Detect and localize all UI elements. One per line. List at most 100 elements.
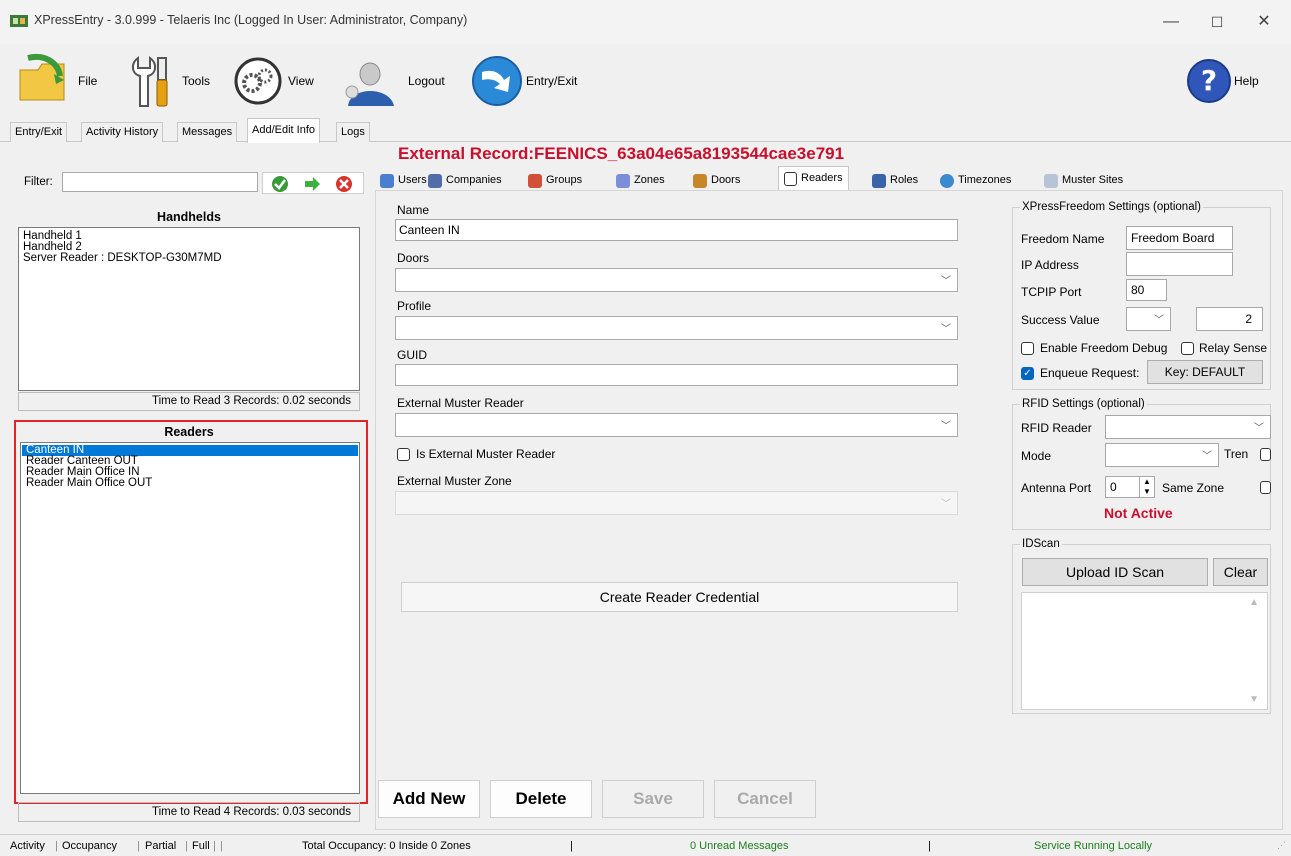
resize-grip-icon[interactable]: ⋰ <box>1277 840 1286 851</box>
help-icon: ? <box>1187 59 1231 103</box>
subtab-groups[interactable]: Groups <box>528 171 582 190</box>
status-activity[interactable]: Activity <box>10 840 45 852</box>
gears-icon <box>234 57 282 105</box>
scroll-up-icon[interactable]: ▲ <box>1249 597 1259 608</box>
maximize-button[interactable]: ☐ <box>1200 8 1234 36</box>
chevron-down-icon: ﹀ <box>1154 315 1164 326</box>
ext-muster-reader-select[interactable]: ﹀ <box>395 413 958 437</box>
tren-label: Tren <box>1224 447 1249 461</box>
freedom-debug-checkbox[interactable] <box>1021 342 1034 355</box>
success-number-input[interactable] <box>1196 307 1263 331</box>
tab-activity-history[interactable]: Activity History <box>81 122 164 142</box>
filter-actions <box>262 172 364 194</box>
tab-messages[interactable]: Messages <box>177 122 238 142</box>
is-ext-muster-reader-checkbox[interactable] <box>397 448 410 461</box>
subtab-readers[interactable]: Readers <box>784 169 843 188</box>
rfid-reader-label: RFID Reader <box>1021 421 1092 435</box>
profile-label: Profile <box>397 299 432 313</box>
key-default-button[interactable]: Key: DEFAULT <box>1147 360 1263 384</box>
view-button[interactable]: View <box>234 44 314 118</box>
total-occupancy: Total Occupancy: 0 Inside 0 Zones <box>302 840 471 852</box>
building-icon <box>428 173 442 188</box>
status-occupancy[interactable]: Occupancy <box>62 840 117 852</box>
users-icon <box>380 173 394 188</box>
delete-button[interactable]: Delete <box>490 780 592 818</box>
tren-checkbox[interactable] <box>1260 448 1271 461</box>
tcpip-port-input[interactable] <box>1126 279 1167 301</box>
tools-label: Tools <box>182 74 211 88</box>
list-item[interactable]: Server Reader : DESKTOP-G30M7MD <box>19 252 359 264</box>
logout-label: Logout <box>408 74 445 88</box>
tools-button[interactable]: Tools <box>128 44 210 118</box>
close-button[interactable]: ✕ <box>1247 8 1281 36</box>
cancel-button[interactable]: Cancel <box>714 780 816 818</box>
idscan-title: IDScan <box>1020 538 1062 550</box>
subtab-roles[interactable]: Roles <box>872 171 918 190</box>
handhelds-list[interactable]: Handheld 1 Handheld 2 Server Reader : DE… <box>18 227 360 391</box>
status-full[interactable]: Full <box>192 840 210 852</box>
ip-address-input[interactable] <box>1126 252 1233 276</box>
tab-add-edit-info[interactable]: Add/Edit Info <box>247 118 320 143</box>
checkmark-icon[interactable] <box>271 175 289 193</box>
unread-messages[interactable]: 0 Unread Messages <box>690 840 788 852</box>
add-new-button[interactable]: Add New <box>378 780 480 818</box>
list-item[interactable]: Reader Main Office OUT <box>22 477 358 489</box>
readers-title: Readers <box>164 425 214 439</box>
doors-select[interactable]: ﹀ <box>395 268 958 292</box>
name-input[interactable] <box>395 219 958 241</box>
help-label: Help <box>1234 74 1259 88</box>
subtab-zones[interactable]: Zones <box>616 171 665 190</box>
entry-exit-button[interactable]: Entry/Exit <box>470 44 577 118</box>
subtab-doors[interactable]: Doors <box>693 171 740 190</box>
antenna-port-stepper[interactable]: 0 ▲ ▼ <box>1105 476 1155 498</box>
enqueue-request-checkbox[interactable]: ✓ <box>1021 367 1034 380</box>
status-partial[interactable]: Partial <box>145 840 176 852</box>
relay-sense-checkbox[interactable] <box>1181 342 1194 355</box>
arrow-right-icon[interactable] <box>303 175 321 193</box>
save-button[interactable]: Save <box>602 780 704 818</box>
create-reader-credential-button[interactable]: Create Reader Credential <box>401 582 958 612</box>
spinner-arrows-icon[interactable]: ▲ ▼ <box>1139 477 1154 497</box>
title-bar: XPressEntry - 3.0.999 - Telaeris Inc (Lo… <box>0 0 1291 44</box>
freedom-debug-label: Enable Freedom Debug <box>1040 341 1168 355</box>
reader-icon <box>784 171 797 186</box>
antenna-port-label: Antenna Port <box>1021 481 1092 495</box>
guid-input[interactable] <box>395 364 958 386</box>
minimize-button[interactable]: — <box>1154 8 1188 36</box>
door-icon <box>693 173 707 188</box>
file-button[interactable]: File <box>14 44 97 118</box>
success-value-select[interactable]: ﹀ <box>1126 307 1171 331</box>
profile-select[interactable]: ﹀ <box>395 316 958 340</box>
app-icon <box>10 15 28 27</box>
help-button[interactable]: ? Help <box>1186 44 1259 118</box>
tab-logs[interactable]: Logs <box>336 122 370 142</box>
tools-icon <box>132 55 168 107</box>
chevron-down-icon: ﹀ <box>941 324 951 335</box>
freedom-name-input[interactable] <box>1126 226 1233 250</box>
scroll-down-icon[interactable]: ▼ <box>1249 694 1259 705</box>
subtab-muster-sites[interactable]: Muster Sites <box>1044 171 1123 190</box>
freedom-title: XPressFreedom Settings (optional) <box>1020 201 1203 213</box>
success-value-label: Success Value <box>1021 313 1100 327</box>
mode-select[interactable]: ﹀ <box>1105 443 1219 467</box>
clear-button[interactable]: Clear <box>1213 558 1268 586</box>
subtab-users[interactable]: Users <box>380 171 427 190</box>
view-label: View <box>288 74 314 88</box>
subtab-timezones[interactable]: Timezones <box>940 171 1011 190</box>
guid-label: GUID <box>397 348 427 362</box>
upload-id-scan-button[interactable]: Upload ID Scan <box>1022 558 1208 586</box>
user-logout-icon <box>345 62 394 106</box>
same-zone-checkbox[interactable] <box>1260 481 1271 494</box>
record-title: External Record:FEENICS_63a04e65a8193544… <box>398 144 845 163</box>
filter-input[interactable] <box>62 172 258 192</box>
tcpip-port-label: TCPIP Port <box>1021 285 1082 299</box>
subtab-companies[interactable]: Companies <box>428 171 502 190</box>
idscan-textarea[interactable]: ▲ ▼ <box>1021 592 1268 710</box>
readers-list[interactable]: Canteen IN Reader Canteen OUT Reader Mai… <box>20 442 360 794</box>
cancel-icon[interactable] <box>335 175 353 193</box>
tab-entry-exit[interactable]: Entry/Exit <box>10 122 68 142</box>
logout-button[interactable]: Logout <box>340 44 445 118</box>
mode-label: Mode <box>1021 449 1052 463</box>
group-icon <box>528 173 542 188</box>
rfid-reader-select[interactable]: ﹀ <box>1105 415 1271 439</box>
